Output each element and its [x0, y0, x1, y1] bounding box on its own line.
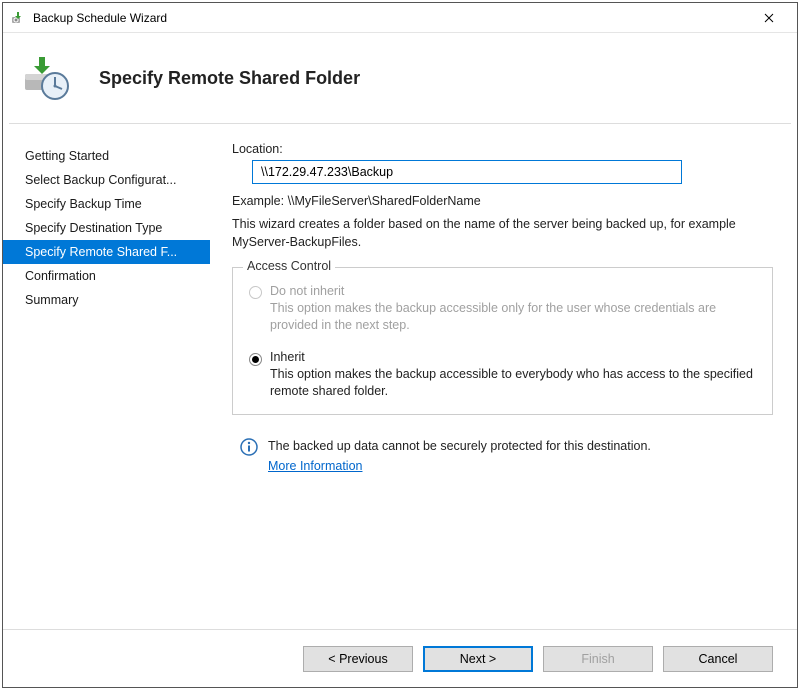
- titlebar: Backup Schedule Wizard: [3, 3, 797, 33]
- wizard-content: Location: Example: \\MyFileServer\Shared…: [210, 130, 797, 629]
- access-control-group: Access Control Do not inherit This optio…: [232, 267, 773, 415]
- more-information-link[interactable]: More Information: [268, 457, 362, 476]
- cancel-button[interactable]: Cancel: [663, 646, 773, 672]
- finish-button: Finish: [543, 646, 653, 672]
- info-row: The backed up data cannot be securely pr…: [240, 437, 773, 477]
- info-icon: [240, 438, 258, 459]
- location-label: Location:: [232, 142, 773, 156]
- wizard-window: Backup Schedule Wizard Specify Remote Sh…: [2, 2, 798, 688]
- page-title: Specify Remote Shared Folder: [99, 68, 360, 89]
- location-input[interactable]: [252, 160, 682, 184]
- sidebar-item-summary[interactable]: Summary: [3, 288, 210, 312]
- sidebar-item-destination-type[interactable]: Specify Destination Type: [3, 216, 210, 240]
- wizard-description: This wizard creates a folder based on th…: [232, 216, 773, 251]
- backup-clock-icon: [23, 54, 71, 102]
- access-control-legend: Access Control: [243, 259, 335, 273]
- radio-inherit[interactable]: Inherit This option makes the backup acc…: [249, 350, 756, 400]
- radio-inherit-desc: This option makes the backup accessible …: [270, 366, 756, 400]
- window-title: Backup Schedule Wizard: [33, 11, 749, 25]
- radio-inherit-label: Inherit: [270, 350, 756, 364]
- radio-do-not-inherit-button: [249, 286, 262, 302]
- wizard-header: Specify Remote Shared Folder: [3, 33, 797, 123]
- radio-do-not-inherit-desc: This option makes the backup accessible …: [270, 300, 756, 334]
- sidebar-item-confirmation[interactable]: Confirmation: [3, 264, 210, 288]
- wizard-steps-sidebar: Getting Started Select Backup Configurat…: [3, 130, 210, 629]
- example-text: Example: \\MyFileServer\SharedFolderName: [232, 194, 773, 208]
- info-text: The backed up data cannot be securely pr…: [268, 439, 651, 453]
- next-button[interactable]: Next >: [423, 646, 533, 672]
- wizard-footer: < Previous Next > Finish Cancel: [3, 629, 797, 687]
- radio-do-not-inherit: Do not inherit This option makes the bac…: [249, 284, 756, 334]
- radio-do-not-inherit-label: Do not inherit: [270, 284, 756, 298]
- wizard-body: Getting Started Select Backup Configurat…: [3, 124, 797, 629]
- sidebar-item-select-config[interactable]: Select Backup Configurat...: [3, 168, 210, 192]
- previous-button[interactable]: < Previous: [303, 646, 413, 672]
- close-icon: [764, 13, 774, 23]
- close-button[interactable]: [749, 4, 789, 32]
- radio-inherit-button[interactable]: [249, 352, 262, 366]
- sidebar-item-backup-time[interactable]: Specify Backup Time: [3, 192, 210, 216]
- app-icon: [11, 10, 27, 26]
- sidebar-item-getting-started[interactable]: Getting Started: [3, 144, 210, 168]
- sidebar-item-remote-shared-folder[interactable]: Specify Remote Shared F...: [3, 240, 210, 264]
